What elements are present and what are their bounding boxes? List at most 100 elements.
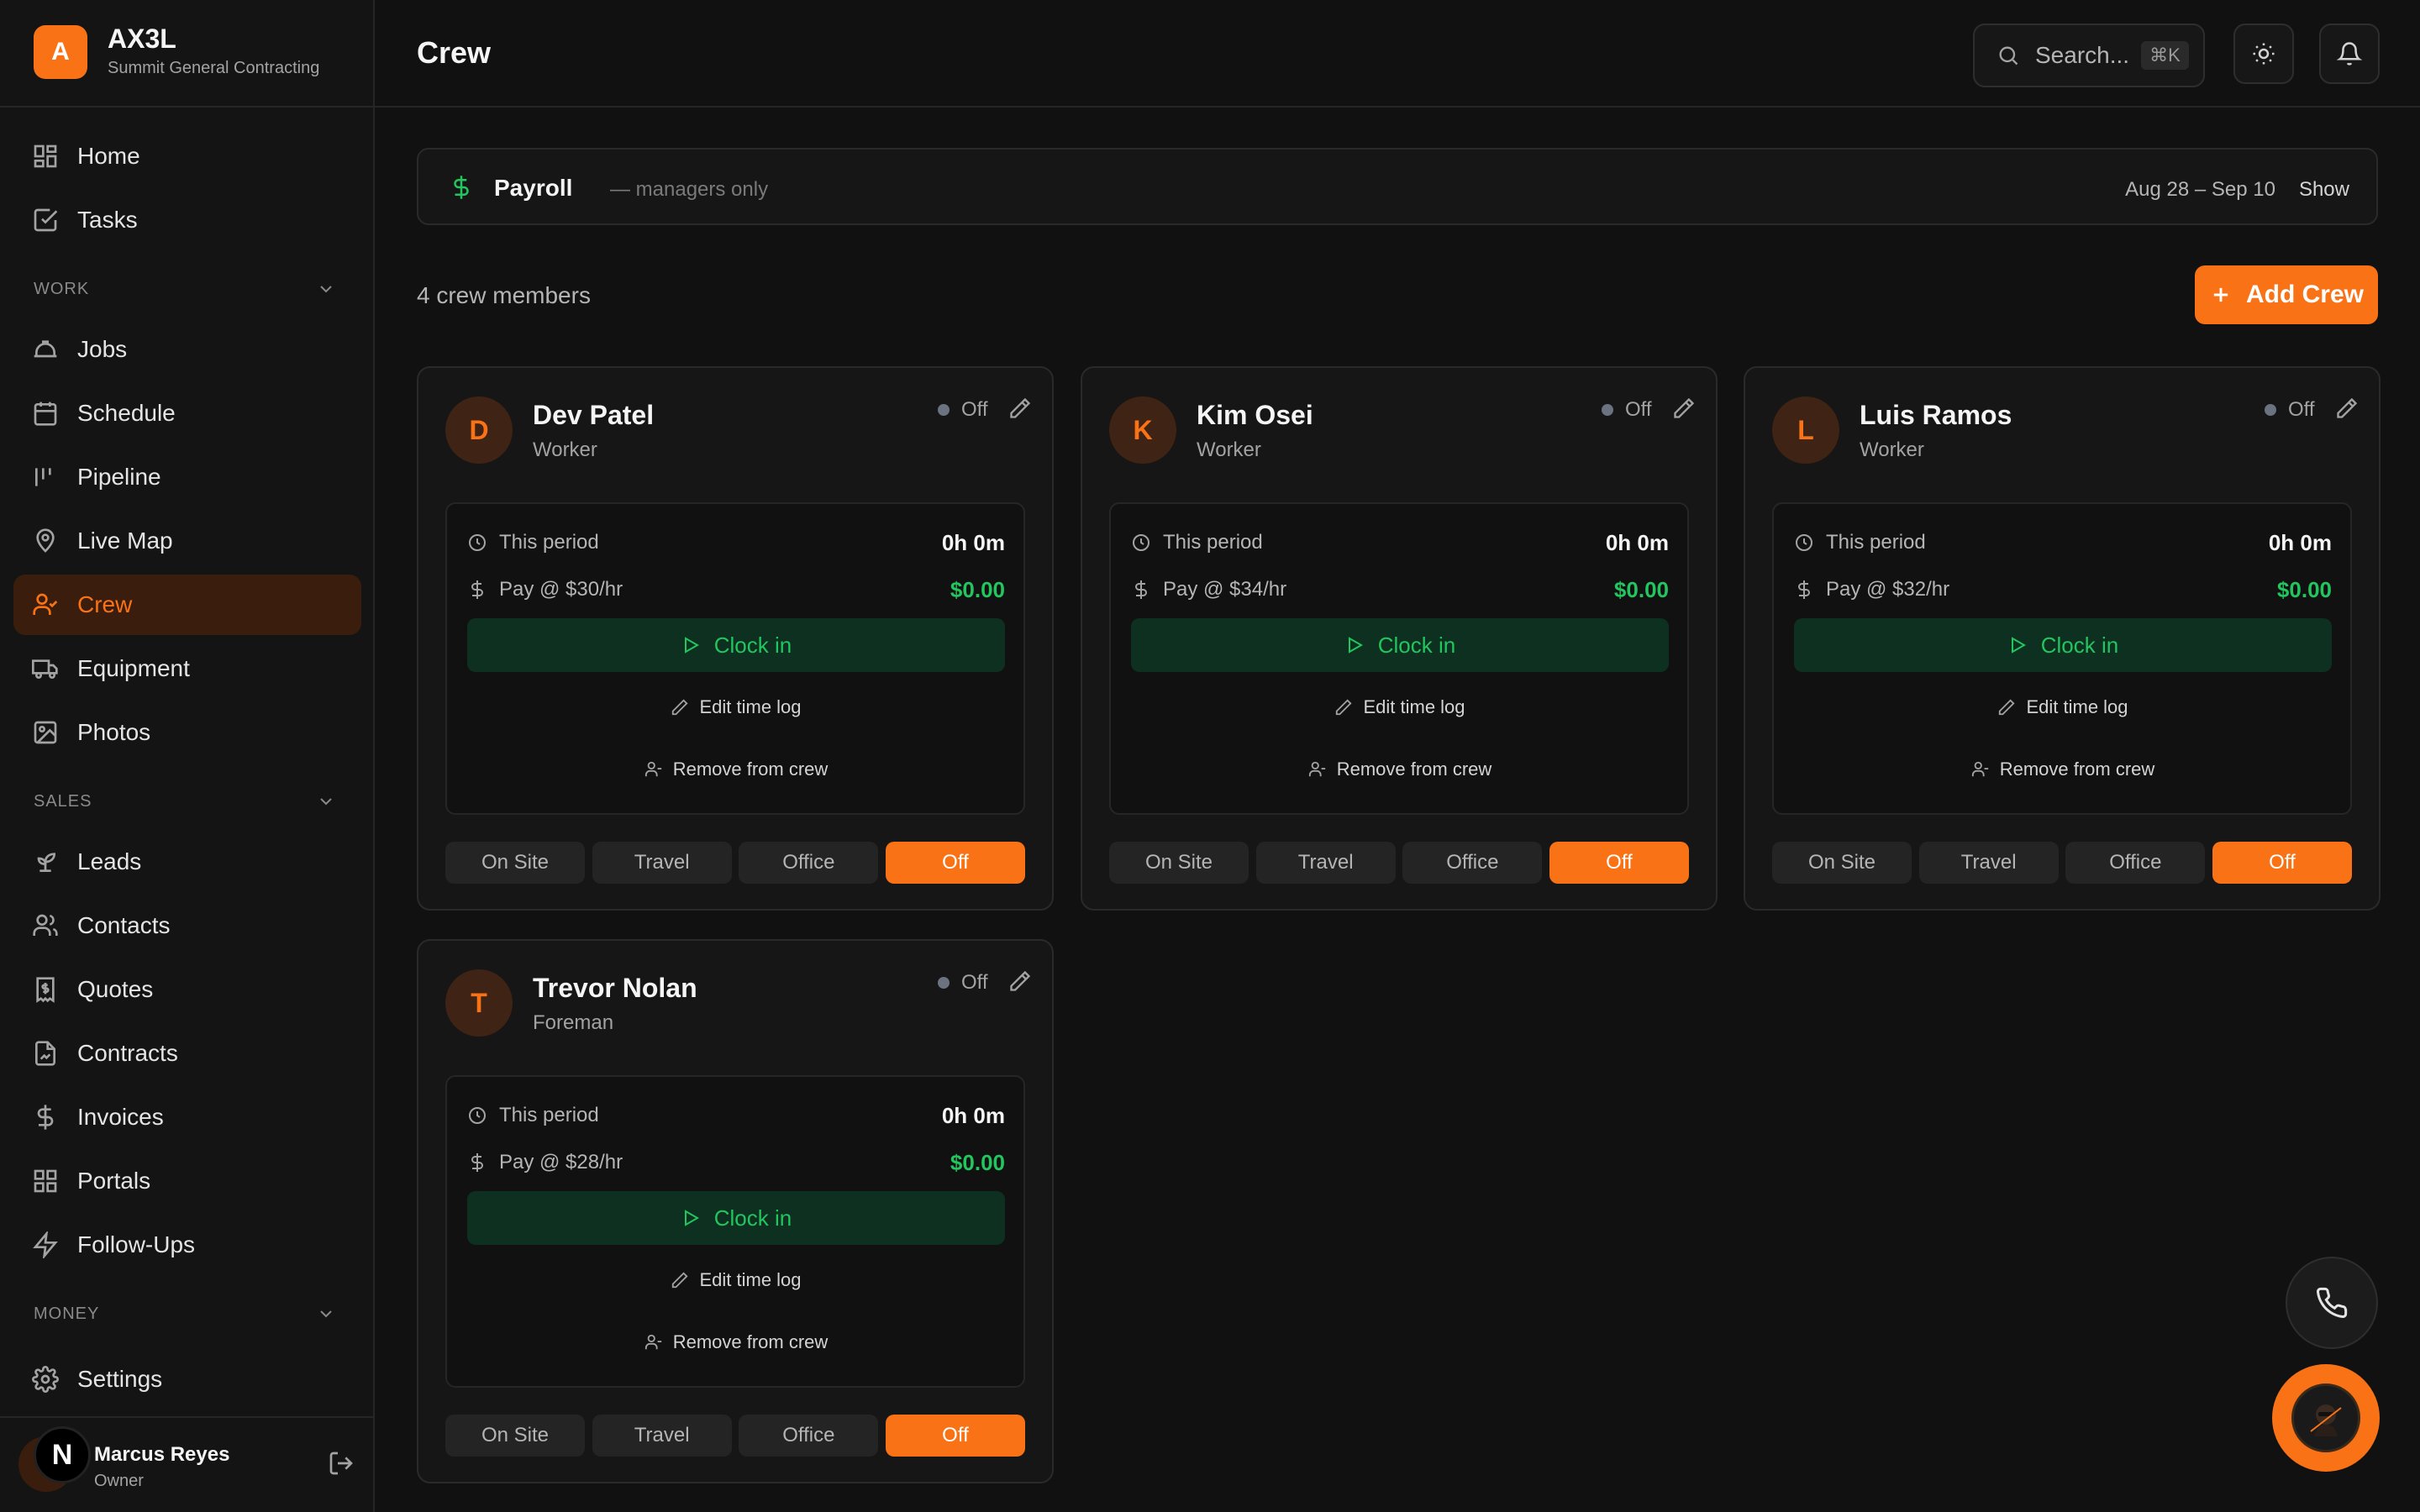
period-hours: 0h 0m bbox=[2268, 529, 2332, 555]
nav-section-work[interactable]: WORK bbox=[13, 265, 361, 312]
pencil-icon bbox=[672, 699, 689, 716]
remove-from-crew-button[interactable]: Remove from crew bbox=[1794, 748, 2332, 791]
nav-section-sales[interactable]: SALES bbox=[13, 778, 361, 825]
sidebar-item-crew[interactable]: Crew bbox=[13, 575, 361, 635]
sidebar-item-contacts[interactable]: Contacts bbox=[13, 895, 361, 956]
payroll-banner[interactable]: Payroll — managers only Aug 28 – Sep 10 … bbox=[417, 148, 2378, 225]
search-input[interactable]: Search... ⌘K bbox=[1973, 24, 2205, 87]
crew-name: Dev Patel bbox=[533, 400, 655, 430]
brand-header[interactable]: A AX3L Summit General Contracting bbox=[0, 0, 373, 108]
sidebar-item-label: Settings bbox=[77, 1366, 163, 1392]
bell-icon bbox=[2337, 42, 2362, 66]
sidebar-item-label: Equipment bbox=[77, 655, 190, 681]
clock-in-button[interactable]: Clock in bbox=[467, 618, 1005, 672]
clock-in-label: Clock in bbox=[2040, 632, 2119, 658]
assistant-button[interactable] bbox=[2272, 1364, 2380, 1472]
brand-logo: A bbox=[34, 25, 87, 79]
sidebar-item-jobs[interactable]: Jobs bbox=[13, 319, 361, 380]
status-label: Off bbox=[1625, 398, 1652, 421]
remove-from-crew-button[interactable]: Remove from crew bbox=[467, 748, 1005, 791]
sidebar-item-label: Home bbox=[77, 143, 140, 169]
nav-section-money[interactable]: MONEY bbox=[13, 1290, 361, 1336]
pay-rate: Pay @ $30/hr bbox=[499, 578, 623, 601]
notifications-button[interactable] bbox=[2319, 24, 2380, 84]
sidebar-item-label: Crew bbox=[77, 591, 133, 617]
assistant-avatar bbox=[2291, 1383, 2360, 1452]
sidebar-item-photos[interactable]: Photos bbox=[13, 702, 361, 763]
payroll-title: Payroll bbox=[494, 175, 573, 201]
mode-office[interactable]: Office bbox=[739, 1415, 879, 1457]
mode-on-site[interactable]: On Site bbox=[1109, 842, 1249, 884]
sidebar-item-contracts[interactable]: Contracts bbox=[13, 1023, 361, 1084]
edit-pencil-icon[interactable] bbox=[1008, 396, 1032, 420]
mode-travel[interactable]: Travel bbox=[592, 1415, 732, 1457]
sidebar-item-invoices[interactable]: Invoices bbox=[13, 1087, 361, 1147]
edit-time-log-button[interactable]: Edit time log bbox=[1794, 685, 2332, 729]
edit-time-log-button[interactable]: Edit time log bbox=[467, 1258, 1005, 1302]
mode-on-site[interactable]: On Site bbox=[1772, 842, 1912, 884]
receipt-icon bbox=[36, 977, 55, 1003]
sidebar-item-home[interactable]: Home bbox=[13, 126, 361, 186]
pay-amount: $0.00 bbox=[1613, 576, 1669, 602]
add-crew-button[interactable]: Add Crew bbox=[2195, 265, 2378, 324]
sidebar-item-label: Schedule bbox=[77, 400, 176, 426]
sidebar-item-tasks[interactable]: Tasks bbox=[13, 190, 361, 250]
clock-in-button[interactable]: Clock in bbox=[1131, 618, 1669, 672]
sidebar-item-leads[interactable]: Leads bbox=[13, 832, 361, 892]
nav-section-title: WORK bbox=[34, 279, 90, 298]
crew-name: Luis Ramos bbox=[1860, 400, 2012, 430]
sidebar-item-follow-ups[interactable]: Follow-Ups bbox=[13, 1215, 361, 1275]
map-pin-icon bbox=[36, 528, 55, 553]
remove-from-crew-button[interactable]: Remove from crew bbox=[467, 1320, 1005, 1364]
period-hours: 0h 0m bbox=[941, 1102, 1005, 1128]
mode-travel[interactable]: Travel bbox=[592, 842, 732, 884]
edit-pencil-icon[interactable] bbox=[1672, 396, 1696, 420]
crew-card: L Luis Ramos Worker Off This period 0h 0… bbox=[1744, 366, 2381, 911]
call-button[interactable] bbox=[2286, 1257, 2378, 1349]
mode-off[interactable]: Off bbox=[2212, 842, 2352, 884]
mode-off[interactable]: Off bbox=[885, 1415, 1025, 1457]
sidebar-item-label: Jobs bbox=[77, 336, 128, 362]
edit-time-log-label: Edit time log bbox=[699, 696, 802, 717]
crew-name: Trevor Nolan bbox=[533, 973, 697, 1003]
sidebar-item-live-map[interactable]: Live Map bbox=[13, 511, 361, 571]
play-icon bbox=[684, 1210, 699, 1226]
mode-off[interactable]: Off bbox=[1549, 842, 1689, 884]
edit-pencil-icon[interactable] bbox=[2335, 396, 2359, 420]
crew-card: T Trevor Nolan Foreman Off This period 0… bbox=[417, 939, 1054, 1483]
mode-travel[interactable]: Travel bbox=[1918, 842, 2059, 884]
remove-from-crew-button[interactable]: Remove from crew bbox=[1131, 748, 1669, 791]
pay-row: Pay @ $34/hr $0.00 bbox=[1131, 573, 1669, 606]
mode-on-site[interactable]: On Site bbox=[445, 842, 585, 884]
sidebar-item-pipeline[interactable]: Pipeline bbox=[13, 447, 361, 507]
mode-office[interactable]: Office bbox=[1402, 842, 1543, 884]
logout-icon[interactable] bbox=[328, 1450, 355, 1477]
mode-travel[interactable]: Travel bbox=[1255, 842, 1396, 884]
chevron-down-icon bbox=[320, 286, 332, 293]
clock-in-button[interactable]: Clock in bbox=[1794, 618, 2332, 672]
mode-office[interactable]: Office bbox=[2065, 842, 2206, 884]
sidebar-item-label: Contacts bbox=[77, 912, 171, 938]
sprout-icon bbox=[37, 853, 56, 872]
clock-in-button[interactable]: Clock in bbox=[467, 1191, 1005, 1245]
mode-office[interactable]: Office bbox=[739, 842, 879, 884]
user-role: Owner bbox=[94, 1472, 144, 1490]
sidebar-item-equipment[interactable]: Equipment bbox=[13, 638, 361, 699]
clock-icon bbox=[1796, 534, 1812, 551]
sidebar-item-portals[interactable]: Portals bbox=[13, 1151, 361, 1211]
pay-row: Pay @ $32/hr $0.00 bbox=[1794, 573, 2332, 606]
sidebar-item-label: Photos bbox=[77, 719, 151, 745]
remove-from-crew-label: Remove from crew bbox=[672, 1331, 829, 1352]
user-profile[interactable]: N Marcus Reyes Owner bbox=[0, 1416, 373, 1512]
sidebar-item-schedule[interactable]: Schedule bbox=[13, 383, 361, 444]
sidebar-item-quotes[interactable]: Quotes bbox=[13, 959, 361, 1020]
edit-pencil-icon[interactable] bbox=[1008, 969, 1032, 993]
sidebar-item-settings[interactable]: Settings bbox=[13, 1349, 361, 1410]
mode-off[interactable]: Off bbox=[885, 842, 1025, 884]
edit-time-log-button[interactable]: Edit time log bbox=[467, 685, 1005, 729]
payroll-show-toggle[interactable]: Show bbox=[2299, 178, 2349, 202]
edit-time-log-button[interactable]: Edit time log bbox=[1131, 685, 1669, 729]
theme-toggle-button[interactable] bbox=[2233, 24, 2294, 84]
calendar-icon bbox=[34, 402, 57, 426]
mode-on-site[interactable]: On Site bbox=[445, 1415, 585, 1457]
